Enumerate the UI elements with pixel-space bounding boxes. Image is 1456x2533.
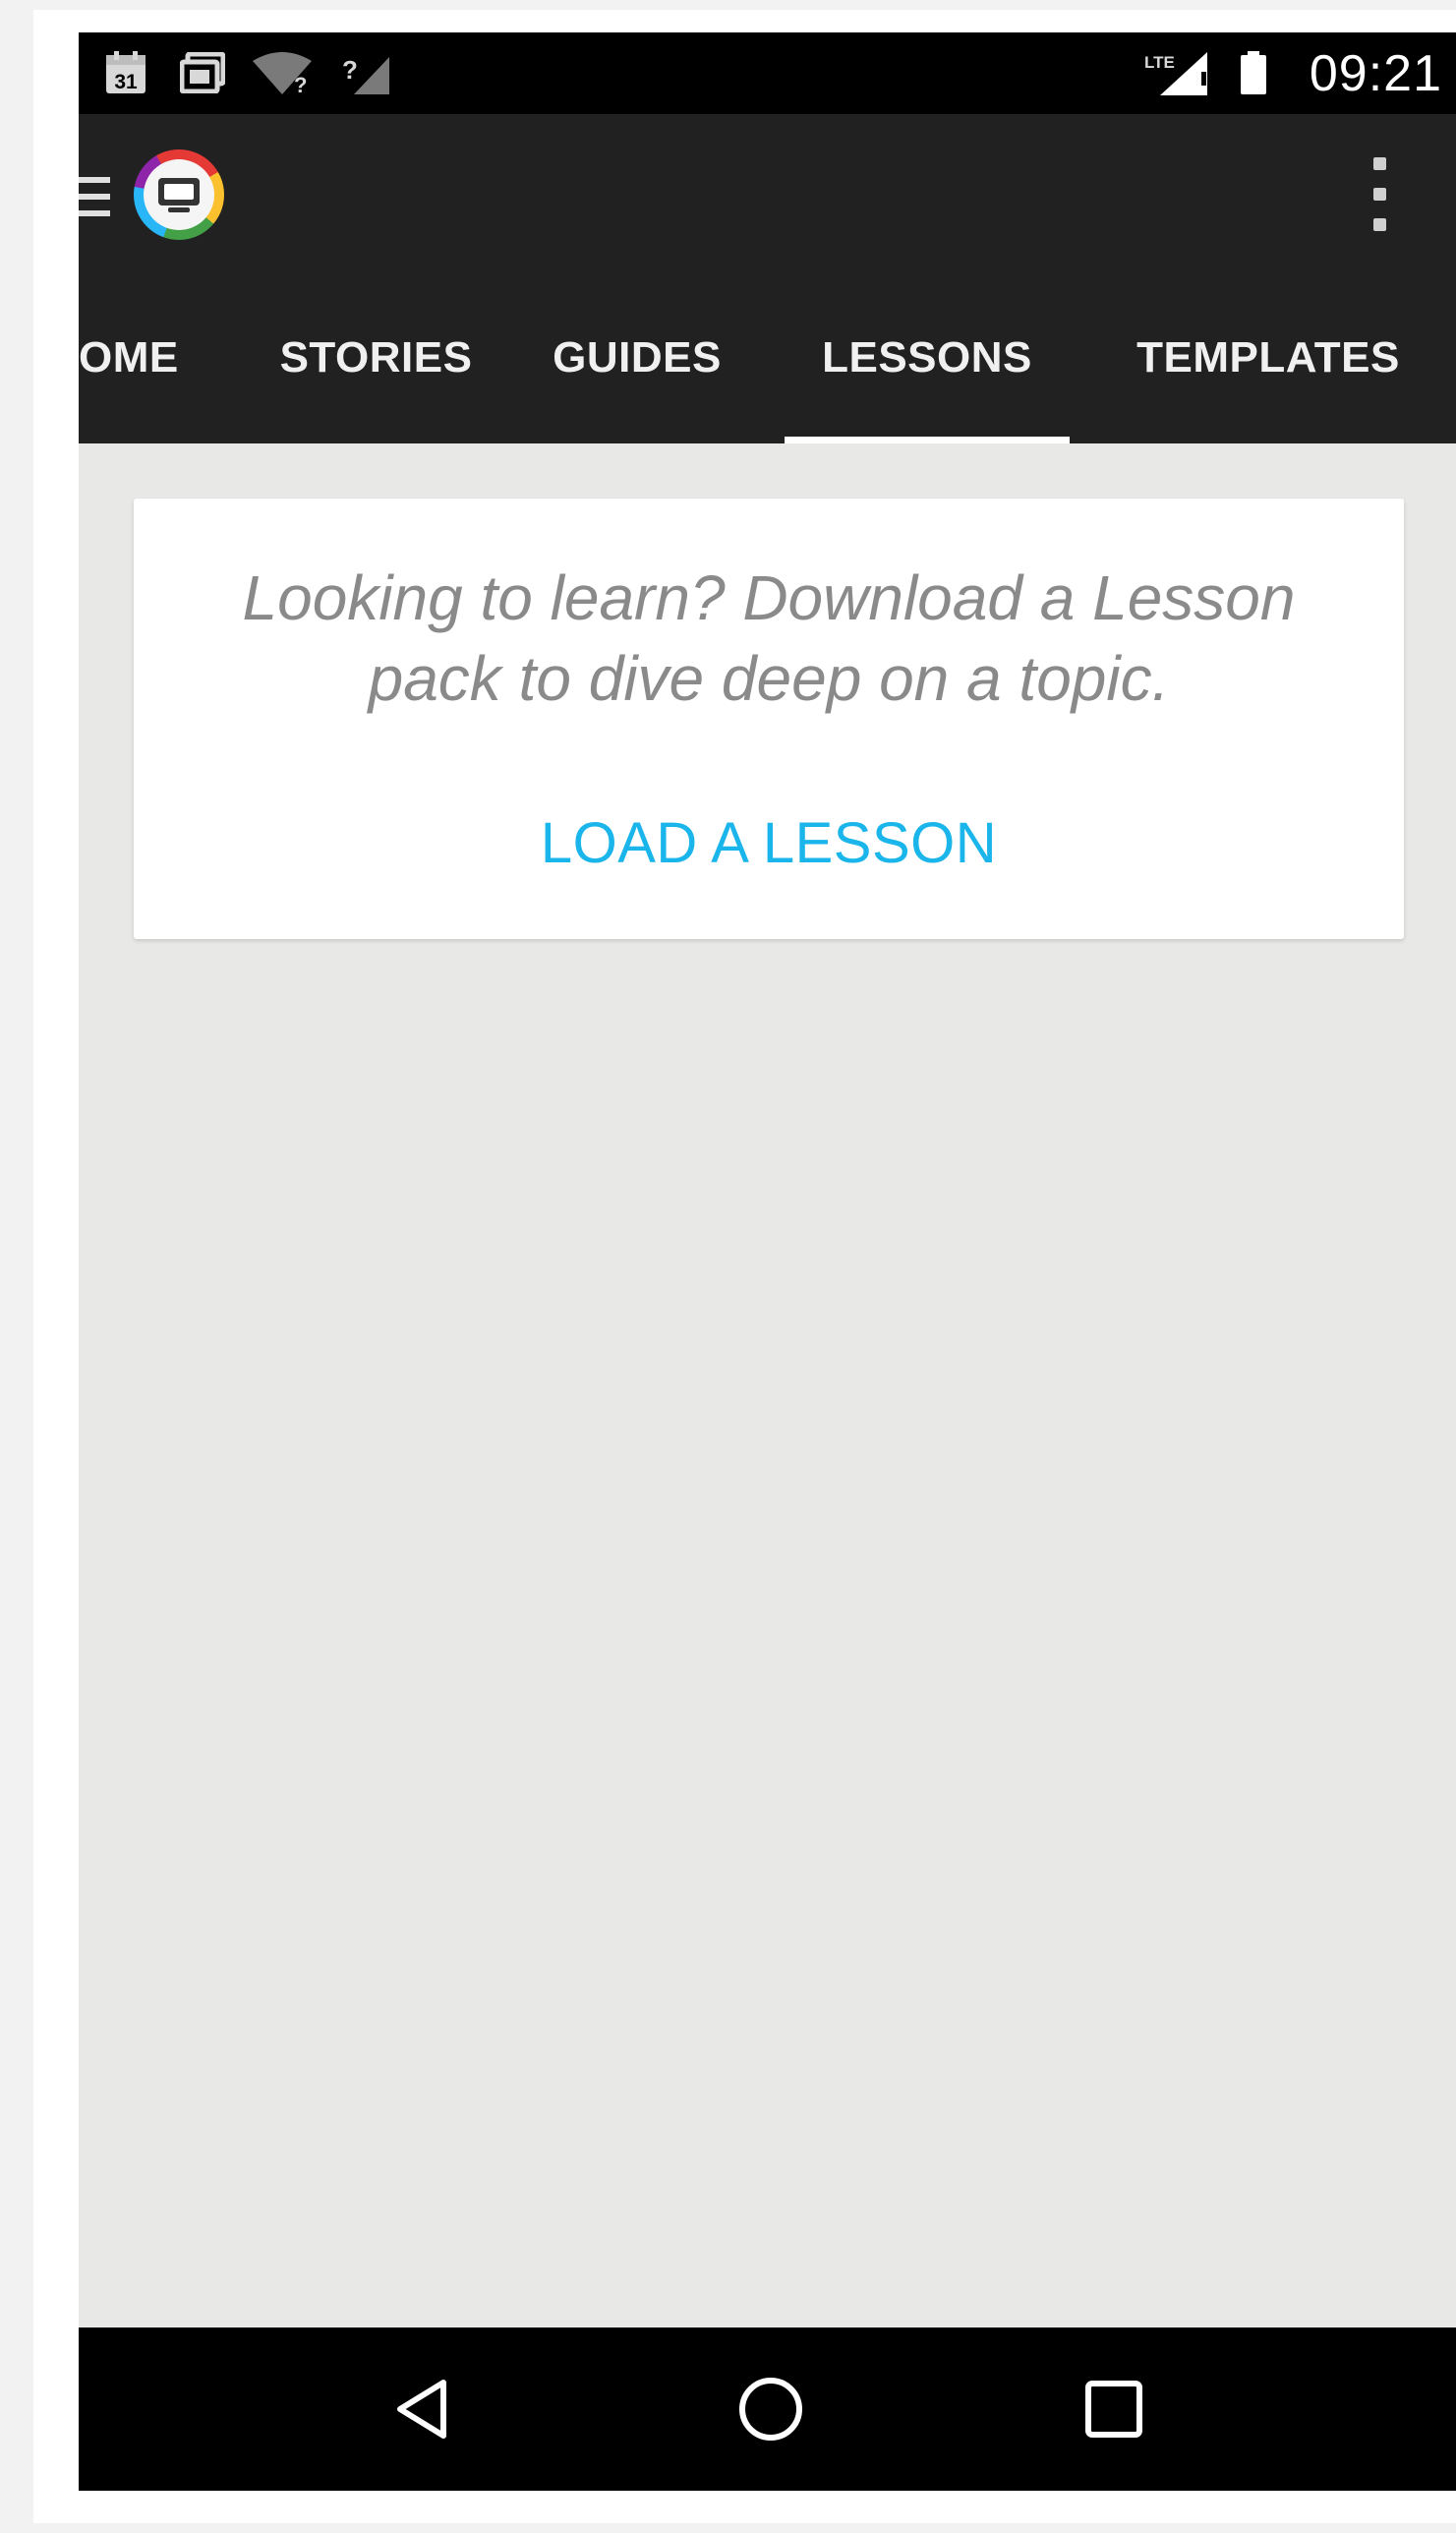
lesson-message: Looking to learn? Download a Lesson pack… xyxy=(242,562,1296,714)
tab-templates[interactable]: TEMPLATES xyxy=(1136,271,1401,443)
tab-home[interactable]: OME xyxy=(79,271,178,443)
calendar-day: 31 xyxy=(114,71,138,93)
tab-bar: OME STORIES GUIDES LESSONS TEMPLATES xyxy=(79,271,1456,443)
lesson-card: Looking to learn? Download a Lesson pack… xyxy=(134,499,1404,939)
back-icon[interactable] xyxy=(382,2370,461,2448)
signal-unknown-mark: ? xyxy=(342,55,358,85)
more-vert-icon[interactable] xyxy=(1369,157,1389,232)
wifi-unknown-icon: ? xyxy=(248,50,317,95)
signal-unknown-icon: ? xyxy=(336,50,395,95)
status-time: 09:21 xyxy=(1309,45,1442,102)
calendar-icon: 31 xyxy=(100,50,151,95)
frame-border-bottom xyxy=(33,2491,1456,2523)
hamburger-icon[interactable] xyxy=(79,177,116,216)
gallery-icon xyxy=(177,50,228,95)
home-icon[interactable] xyxy=(731,2370,810,2448)
navigation-bar xyxy=(79,2327,1456,2491)
battery-icon xyxy=(1234,50,1273,95)
selected-tab-indicator xyxy=(785,437,1070,443)
tab-lessons[interactable]: LESSONS xyxy=(785,271,1070,443)
wifi-unknown-mark: ? xyxy=(294,73,307,94)
recents-icon[interactable] xyxy=(1075,2370,1153,2448)
app-bar xyxy=(79,114,1456,271)
screenshot-frame: 31 ? ? LTE 09:21 OME STORIES GUIDES LESS… xyxy=(0,0,1456,2533)
frame-border-top xyxy=(33,10,1456,32)
load-lesson-button[interactable]: LOAD A LESSON xyxy=(134,794,1404,892)
app-logo-icon[interactable] xyxy=(134,149,224,240)
status-bar: 31 ? ? LTE 09:21 xyxy=(79,32,1456,114)
lte-signal-icon: LTE xyxy=(1140,50,1219,95)
tab-guides[interactable]: GUIDES xyxy=(539,271,735,443)
lte-label: LTE xyxy=(1144,53,1175,72)
phone-screen: 31 ? ? LTE 09:21 OME STORIES GUIDES LESS… xyxy=(79,32,1456,2491)
tab-stories[interactable]: STORIES xyxy=(265,271,487,443)
frame-border-left xyxy=(33,10,79,2522)
